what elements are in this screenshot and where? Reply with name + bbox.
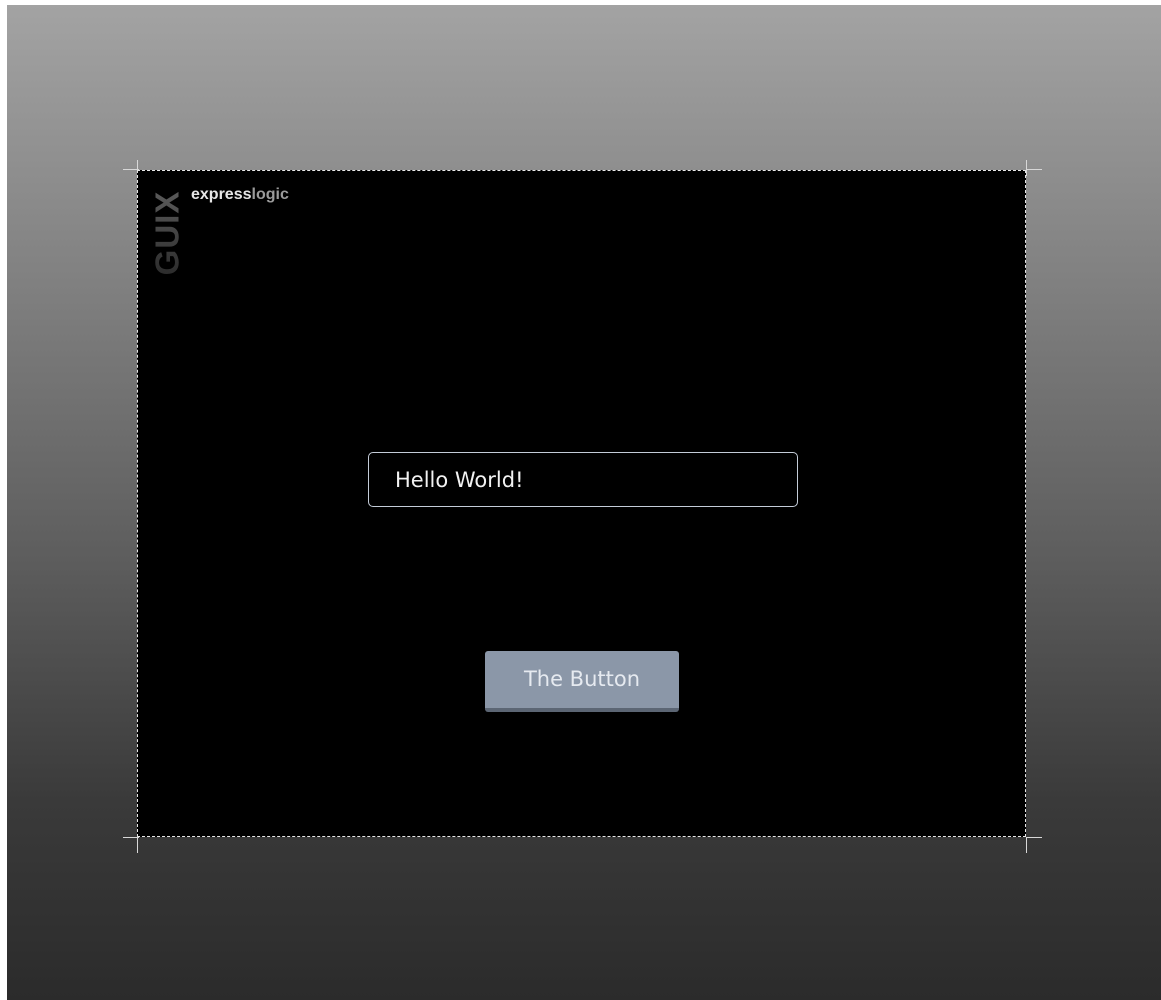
crop-mark-top-right-v	[1026, 160, 1027, 176]
guix-logo: GUIX	[148, 187, 186, 279]
display-canvas[interactable]: GUIX expresslogic Hello World! The Butto…	[137, 170, 1026, 837]
hello-world-prompt[interactable]: Hello World!	[368, 452, 798, 507]
button-label: The Button	[523, 666, 641, 691]
brand-logic-text: logic	[251, 186, 289, 203]
brand-express-text: express	[191, 186, 252, 203]
prompt-text: Hello World!	[395, 467, 524, 492]
crop-mark-bottom-right-h	[1026, 837, 1042, 838]
guix-logo-text: GUIX	[148, 190, 186, 276]
studio-workspace: GUIX expresslogic Hello World! The Butto…	[7, 5, 1161, 1000]
the-button[interactable]: The Button	[485, 651, 679, 712]
crop-mark-bottom-right-v	[1026, 837, 1027, 853]
expresslogic-brand: expresslogic	[191, 185, 289, 205]
crop-mark-bottom-left-v	[137, 837, 138, 853]
crop-mark-top-right-h	[1026, 169, 1042, 170]
